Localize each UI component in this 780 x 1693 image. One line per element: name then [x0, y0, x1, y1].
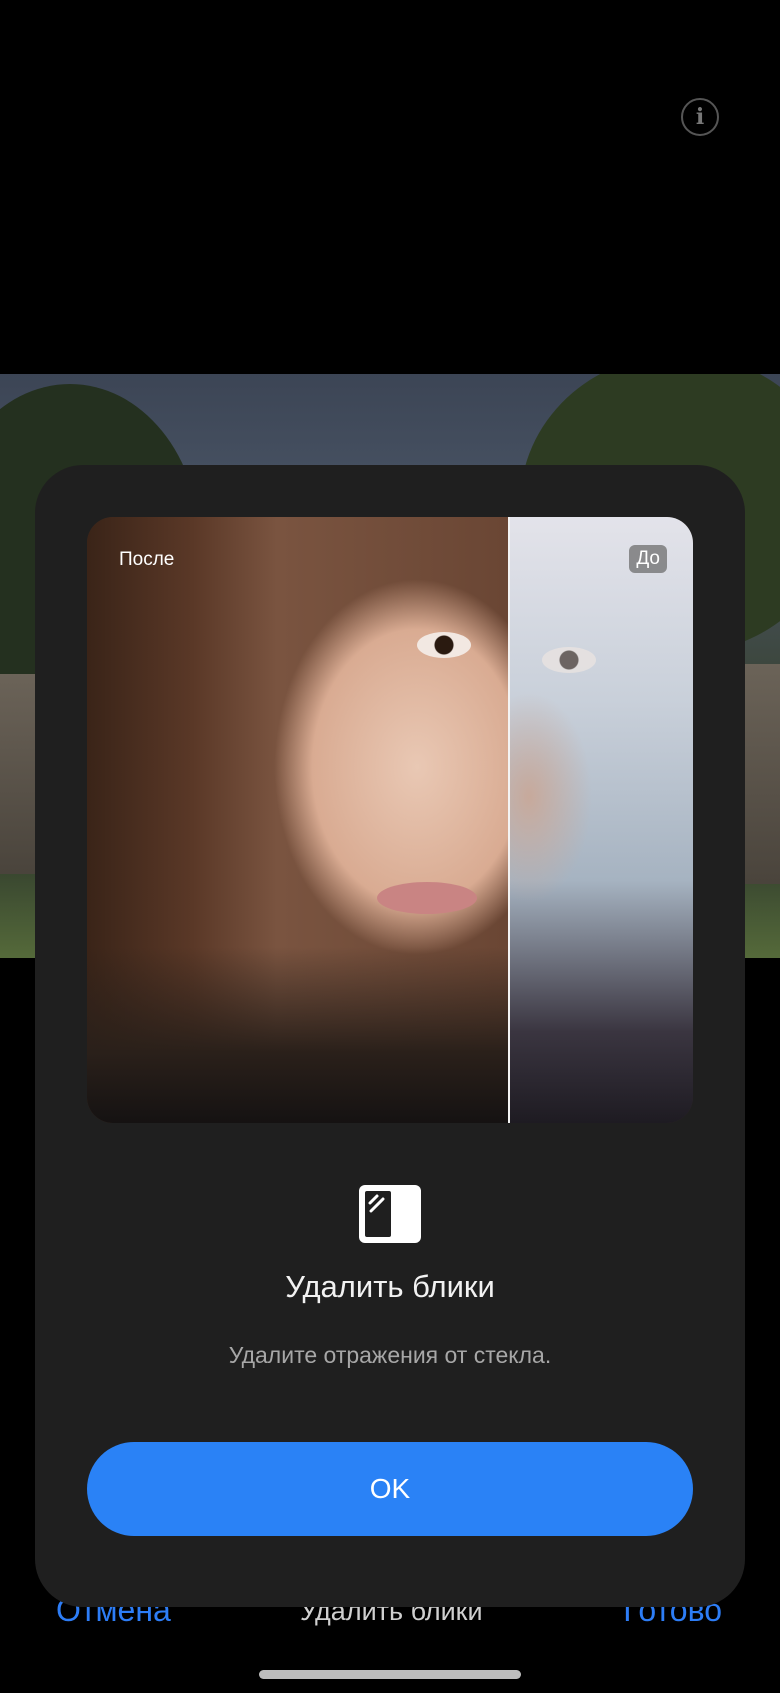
- glass-reflection-icon: [359, 1185, 421, 1243]
- dialog-subtitle: Удалите отражения от стекла.: [228, 1342, 552, 1368]
- after-label: После: [119, 549, 175, 570]
- comparison-divider[interactable]: [508, 517, 510, 1123]
- info-button[interactable]: i: [681, 98, 719, 136]
- before-image: [509, 517, 693, 1123]
- feature-dialog: После До Удалить блики Удалите отражения…: [35, 465, 745, 1607]
- before-label: До: [629, 545, 667, 573]
- home-indicator[interactable]: [259, 1670, 521, 1679]
- dialog-title: Удалить блики: [285, 1269, 495, 1304]
- info-icon: i: [695, 104, 705, 130]
- before-after-comparison[interactable]: После До: [87, 517, 693, 1123]
- ok-button[interactable]: OK: [87, 1442, 693, 1536]
